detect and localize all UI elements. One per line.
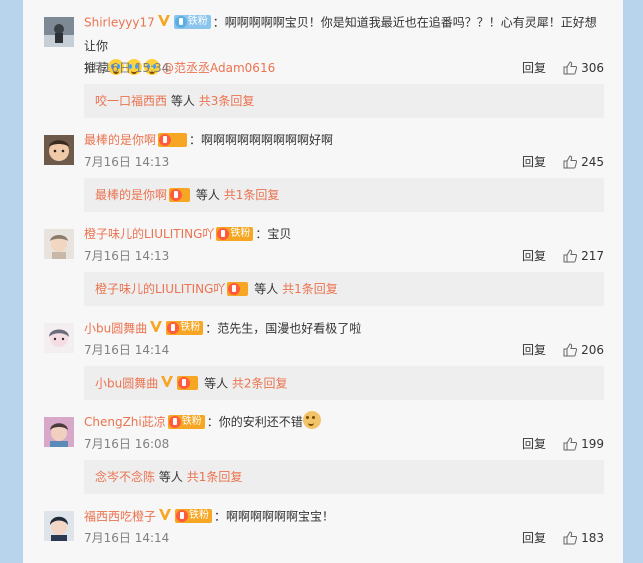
comment-time: 7月16日 14:14 — [84, 531, 170, 545]
avatar[interactable] — [44, 229, 74, 259]
more-replies-link[interactable]: 共1条回复 — [224, 188, 280, 202]
comment-meta: 7月16日 14:14 回复 183 — [84, 528, 604, 548]
thumbs-up-icon — [563, 531, 578, 545]
more-replies-link[interactable]: 共1条回复 — [282, 282, 338, 296]
comment-text: 福西西吃橙子 铁粉 ：啊啊啊啊啊啊宝宝！ — [84, 505, 608, 529]
verified-v-icon — [150, 317, 163, 339]
sub-replies: 橙子味儿的LIULITING吖 等人 共1条回复 — [84, 272, 604, 306]
fan-level-badge — [227, 281, 249, 296]
username-link[interactable]: ChengZhi茈凉 — [84, 415, 166, 429]
thumbs-up-icon — [563, 155, 578, 169]
comment-text: 小bu圆舞曲 铁粉 ：范先生，国漫也好看极了啦 — [84, 317, 608, 341]
comment-meta: 7月16日 16:08 回复 199 — [84, 434, 604, 454]
fan-level-icon — [167, 322, 180, 334]
username-link[interactable]: 小bu圆舞曲 — [84, 322, 147, 336]
comment-text: ChengZhi茈凉 铁粉 ：你的安利还不错 — [84, 411, 608, 433]
comment-time: 7月16日 14:14 — [84, 343, 170, 357]
verified-v-icon — [157, 11, 170, 33]
like-button[interactable]: 183 — [563, 528, 604, 548]
fan-level-icon — [176, 510, 189, 522]
avatar[interactable] — [44, 323, 74, 353]
comment-meta: 7月16日 14:13 回复 245 — [84, 152, 604, 172]
fan-level-icon — [170, 188, 183, 201]
fan-level-badge — [169, 187, 191, 202]
sub-username-link[interactable]: 咬一口福西西 — [95, 94, 167, 108]
like-button[interactable]: 245 — [563, 152, 604, 172]
like-button[interactable]: 217 — [563, 246, 604, 266]
more-replies-link[interactable]: 共1条回复 — [187, 470, 243, 484]
verified-v-icon — [159, 505, 172, 527]
thumbs-up-icon — [563, 61, 578, 75]
thumbs-up-icon — [563, 437, 578, 451]
fan-badge[interactable]: 铁粉 — [216, 226, 254, 241]
fan-level-icon — [168, 415, 181, 428]
sub-replies: 念岑不念陈 等人 共1条回复 — [84, 460, 604, 494]
reply-button[interactable]: 回复 — [522, 58, 546, 78]
like-button[interactable]: 199 — [563, 434, 604, 454]
sub-replies: 最棒的是你啊 等人 共1条回复 — [84, 178, 604, 212]
doge-emoji-icon — [302, 411, 321, 429]
like-button[interactable]: 206 — [563, 340, 604, 360]
avatar[interactable] — [44, 417, 74, 447]
sub-username-link[interactable]: 念岑不念陈 — [95, 470, 155, 484]
username-link[interactable]: 福西西吃橙子 — [84, 510, 156, 524]
sub-username-link[interactable]: 橙子味儿的LIULITING吖 — [95, 282, 225, 296]
thumbs-up-icon — [563, 343, 578, 357]
reply-button[interactable]: 回复 — [522, 246, 546, 266]
fan-level-icon — [178, 377, 191, 389]
thumbs-up-icon — [563, 249, 578, 263]
username-link[interactable]: 最棒的是你啊 — [84, 133, 156, 147]
fan-badge[interactable]: 铁粉 — [167, 414, 205, 429]
username-link[interactable]: Shirleyyy17 — [84, 16, 155, 30]
comment-meta: 7月16日 15:34 回复 306 — [84, 58, 604, 78]
like-button[interactable]: 306 — [563, 58, 604, 78]
comment-time: 7月16日 16:08 — [84, 437, 170, 451]
fan-level-badge — [177, 376, 199, 390]
comment-panel: Shirleyyy17 铁粉 ：啊啊啊啊啊宝贝！你是知道我最近也在追番吗？？！心有灵… — [23, 0, 623, 563]
sub-replies: 小bu圆舞曲 等人 共2条回复 — [84, 366, 604, 400]
more-replies-link[interactable]: 共3条回复 — [199, 94, 255, 108]
reply-button[interactable]: 回复 — [522, 340, 546, 360]
avatar[interactable] — [44, 17, 74, 47]
fan-level-icon — [228, 282, 241, 295]
reply-button[interactable]: 回复 — [522, 434, 546, 454]
fan-badge[interactable] — [158, 132, 188, 147]
comment-text: 最棒的是你啊 ：啊啊啊啊啊啊啊啊啊好啊 — [84, 132, 334, 147]
fan-badge-icon — [174, 16, 187, 28]
comment-time: 7月16日 14:13 — [84, 249, 170, 263]
reply-button[interactable]: 回复 — [522, 528, 546, 548]
comment-text: 橙子味儿的LIULITING吖 铁粉 ：宝贝 — [84, 226, 292, 241]
reply-button[interactable]: 回复 — [522, 152, 546, 172]
sub-username-link[interactable]: 最棒的是你啊 — [95, 188, 167, 202]
sub-username-link[interactable]: 小bu圆舞曲 — [95, 377, 158, 391]
avatar[interactable] — [44, 511, 74, 541]
fan-badge[interactable]: 铁粉 — [173, 15, 211, 29]
sub-replies: 咬一口福西西 等人 共3条回复 — [84, 84, 604, 118]
fan-level-icon — [159, 133, 172, 146]
fan-badge[interactable]: 铁粉 — [166, 321, 204, 335]
comment-time: 7月16日 14:13 — [84, 155, 170, 169]
comment-meta: 7月16日 14:13 回复 217 — [84, 246, 604, 266]
username-link[interactable]: 橙子味儿的LIULITING吖 — [84, 227, 214, 241]
verified-v-icon — [161, 366, 174, 400]
fan-badge[interactable]: 铁粉 — [175, 509, 213, 523]
fan-level-icon — [217, 227, 230, 240]
more-replies-link[interactable]: 共2条回复 — [232, 377, 288, 391]
comment-meta: 7月16日 14:14 回复 206 — [84, 340, 604, 360]
avatar[interactable] — [44, 135, 74, 165]
comment-time: 7月16日 15:34 — [84, 61, 170, 75]
